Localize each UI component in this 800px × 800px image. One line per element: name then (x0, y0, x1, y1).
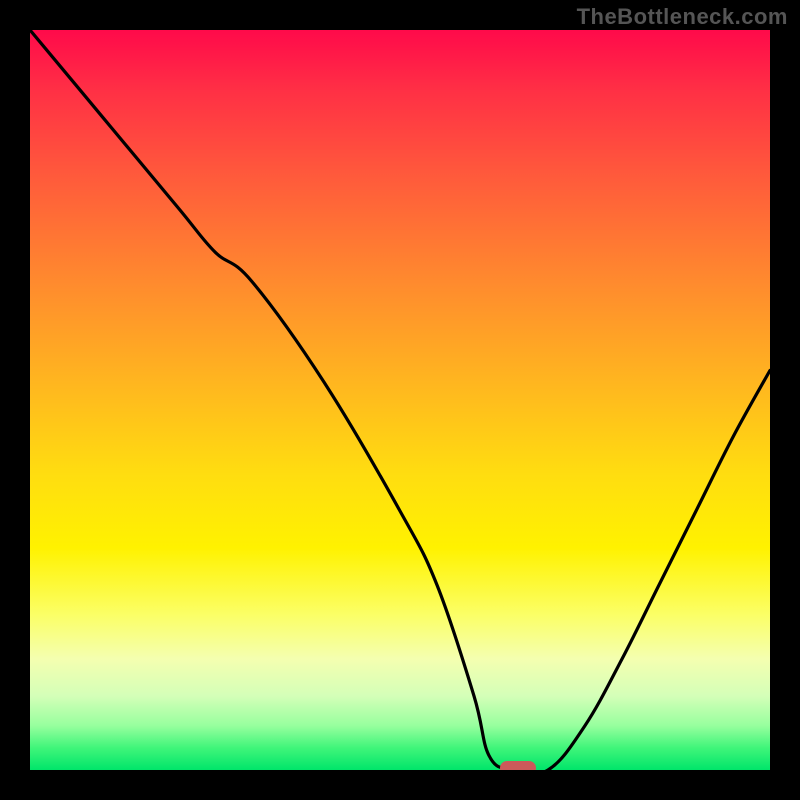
bottleneck-curve (30, 30, 770, 770)
chart-frame: TheBottleneck.com (0, 0, 800, 800)
optimal-marker (500, 761, 536, 770)
plot-area (30, 30, 770, 770)
watermark-text: TheBottleneck.com (577, 4, 788, 30)
